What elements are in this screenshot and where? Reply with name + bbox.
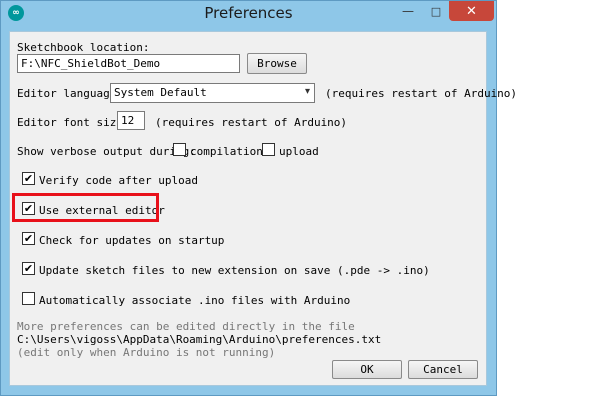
sketchbook-location-input[interactable]: F:\NFC_ShieldBot_Demo (17, 54, 240, 73)
update-extension-checkbox[interactable]: ✔ (22, 262, 35, 275)
verify-code-label: Verify code after upload (39, 174, 198, 187)
update-extension-label: Update sketch files to new extension on … (39, 264, 430, 277)
browse-button[interactable]: Browse (247, 53, 307, 74)
verify-code-checkbox[interactable]: ✔ (22, 172, 35, 185)
minimize-button[interactable]: — (395, 1, 421, 21)
cancel-button[interactable]: Cancel (408, 360, 478, 379)
editor-language-note: (requires restart of Arduino) (325, 87, 518, 100)
editor-language-select[interactable]: System Default ▾ (110, 83, 315, 103)
font-size-note: (requires restart of Arduino) (155, 116, 348, 129)
check-updates-label: Check for updates on startup (39, 234, 225, 247)
editor-language-selected: System Default (114, 86, 207, 99)
upload-label: upload (279, 145, 319, 158)
sketchbook-location-label: Sketchbook location: (17, 41, 150, 54)
title-bar[interactable]: ∞ Preferences — □ ✕ (1, 1, 496, 26)
compilation-checkbox[interactable] (173, 143, 186, 156)
edit-note-text: (edit only when Arduino is not running) (17, 346, 276, 359)
window-title: Preferences (204, 4, 293, 22)
upload-checkbox[interactable] (262, 143, 275, 156)
maximize-button[interactable]: □ (423, 1, 449, 21)
close-button[interactable]: ✕ (449, 1, 494, 21)
font-size-label: Editor font size: (17, 116, 130, 129)
associate-ino-label: Automatically associate .ino files with … (39, 294, 351, 307)
chevron-down-icon: ▾ (304, 86, 310, 97)
preferences-file-path: C:\Users\vigoss\AppData\Roaming\Arduino\… (17, 333, 382, 346)
associate-ino-checkbox[interactable] (22, 292, 35, 305)
highlight-box (12, 193, 159, 222)
ok-button[interactable]: OK (332, 360, 402, 379)
more-preferences-text: More preferences can be edited directly … (17, 320, 355, 333)
check-updates-checkbox[interactable]: ✔ (22, 232, 35, 245)
compilation-label: compilation (190, 145, 263, 158)
verbose-output-label: Show verbose output during: (17, 145, 196, 158)
font-size-input[interactable]: 12 (117, 111, 145, 130)
editor-language-label: Editor language: (17, 87, 123, 100)
